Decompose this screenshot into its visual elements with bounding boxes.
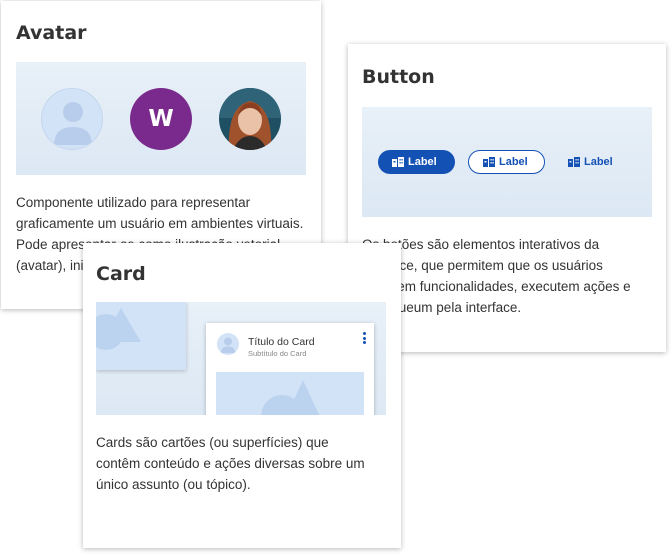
letter-avatar: W	[130, 88, 192, 150]
building-icon	[568, 157, 580, 167]
avatar-letter: W	[148, 106, 174, 132]
sample-card-image	[216, 372, 364, 415]
card-preview: Título do Card Subtítulo do Card	[96, 302, 386, 415]
image-placeholder-icon	[261, 380, 320, 415]
button-description: Os botões são elementos interativos da i…	[362, 237, 631, 315]
person-silhouette-icon	[221, 337, 235, 353]
photo-avatar	[219, 88, 281, 150]
button-label: Label	[584, 156, 613, 168]
avatar-preview: W	[16, 62, 306, 175]
tertiary-button[interactable]: Label	[560, 150, 630, 174]
secondary-button[interactable]: Label	[468, 150, 545, 174]
background-panel	[96, 302, 186, 370]
card-heading-button: Button	[362, 66, 435, 88]
building-icon	[392, 157, 404, 167]
card-heading-card: Card	[96, 263, 146, 285]
person-silhouette-icon	[54, 102, 92, 145]
card-description: Cards são cartões (ou superfícies) que c…	[96, 435, 365, 492]
button-preview: Label Label Label	[362, 107, 652, 217]
card-heading-avatar: Avatar	[16, 22, 87, 44]
sample-card-title: Título do Card	[248, 336, 315, 348]
primary-button[interactable]: Label	[378, 150, 455, 174]
button-label: Label	[499, 156, 528, 168]
button-label: Label	[408, 156, 437, 168]
sample-card-avatar	[217, 333, 239, 355]
sample-card[interactable]: Título do Card Subtítulo do Card	[206, 323, 374, 415]
portrait-photo	[219, 88, 281, 150]
generic-avatar	[41, 88, 103, 150]
sample-card-subtitle: Subtítulo do Card	[248, 349, 307, 358]
card-component-card[interactable]: Card Título do Card Subtítulo do Card Ca…	[83, 243, 401, 548]
image-placeholder-icon	[96, 308, 141, 350]
kebab-menu-icon[interactable]	[363, 332, 366, 346]
building-icon	[483, 157, 495, 167]
